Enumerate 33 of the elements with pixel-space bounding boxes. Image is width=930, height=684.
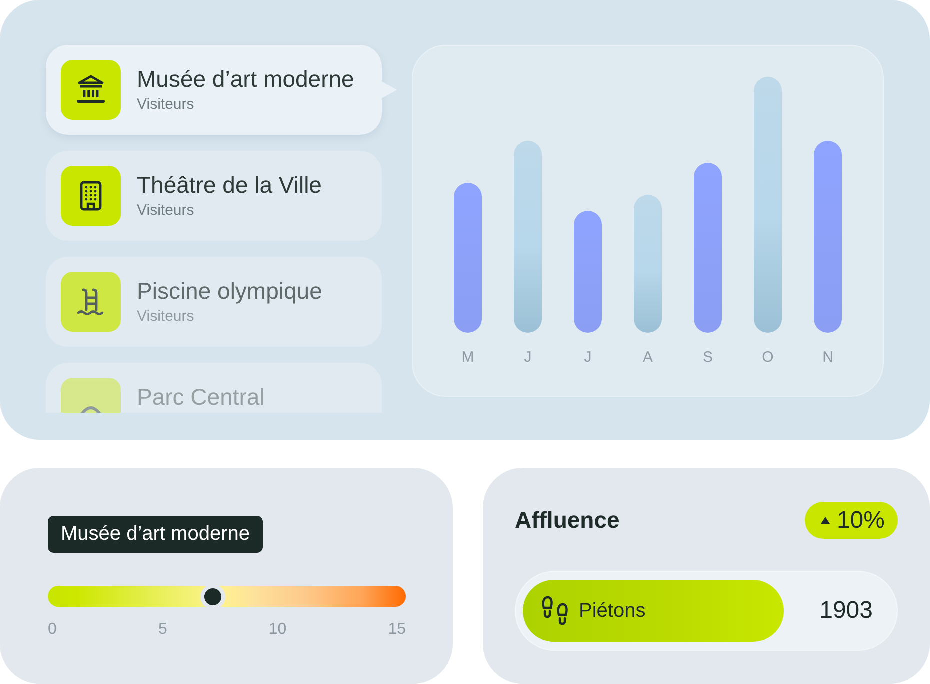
venue-name: Piscine olympique <box>137 278 322 304</box>
venue-item[interactable]: Piscine olympique Visiteurs <box>46 257 382 347</box>
up-triangle-icon <box>820 517 830 524</box>
scale-label: 15 <box>388 620 406 640</box>
visitors-label: Visiteurs <box>137 96 196 114</box>
venue-item[interactable]: Théâtre de la Ville Visiteurs <box>46 151 382 241</box>
pool-ladder-icon <box>61 272 121 332</box>
slider-thumb[interactable] <box>200 584 226 609</box>
month-label: S <box>702 348 712 366</box>
month-label: N <box>822 348 833 366</box>
affluence-title: Affluence <box>515 507 620 534</box>
slider-track[interactable] <box>48 586 406 607</box>
venue-name: Parc Central <box>137 384 265 410</box>
museum-icon <box>61 60 121 120</box>
venue-name: Musée d’art moderne <box>137 66 354 92</box>
month-label: J <box>584 348 592 366</box>
arc-icon <box>61 378 121 413</box>
scale-label: 0 <box>48 620 57 640</box>
category-label: Piétons <box>579 600 646 622</box>
building-icon <box>61 166 121 226</box>
venue-tag: Musée d’art moderne <box>48 516 263 553</box>
month-label: O <box>762 348 774 366</box>
venue-name: Théâtre de la Ville <box>137 172 322 198</box>
scale-label: 10 <box>268 620 287 640</box>
scale-label: 5 <box>158 620 168 640</box>
count-value: 1903 <box>820 597 873 625</box>
month-label: A <box>642 348 652 366</box>
change-value: 10% <box>836 506 885 534</box>
visitors-label: Visiteurs <box>137 308 196 326</box>
visitors-label: Visiteurs <box>137 202 196 220</box>
month-label: J <box>524 348 532 366</box>
month-label: M <box>461 348 474 366</box>
footprints-icon <box>541 596 569 626</box>
